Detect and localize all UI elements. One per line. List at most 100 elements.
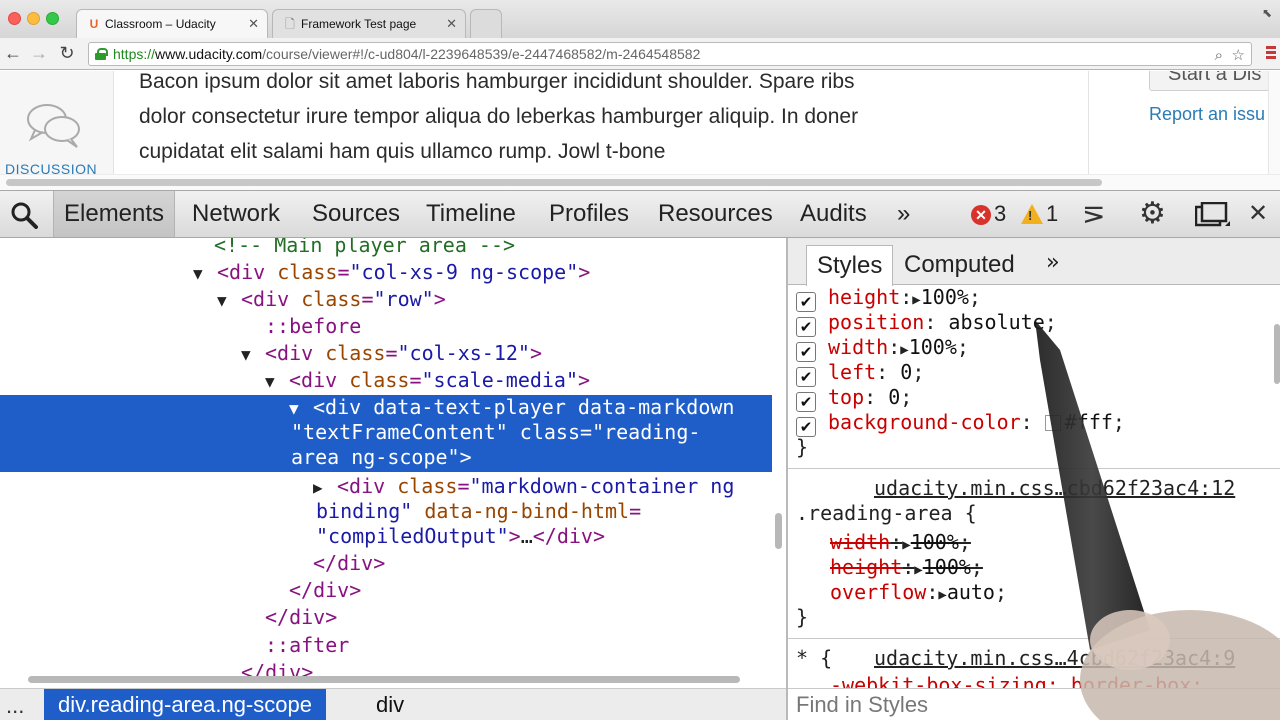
back-button[interactable]: ← xyxy=(2,42,24,64)
property-checkbox[interactable]: ✔ xyxy=(796,367,816,387)
search-icon[interactable] xyxy=(10,201,38,229)
find-in-styles-input[interactable]: Find in Styles xyxy=(788,688,1280,720)
expanded-triangle-icon[interactable]: ▼ xyxy=(289,396,305,421)
start-discussion-button[interactable]: Start a Dis xyxy=(1149,71,1280,91)
property-checkbox[interactable]: ✔ xyxy=(796,342,816,362)
style-property[interactable]: ✔ width:▶100%; xyxy=(796,335,969,362)
url-input[interactable]: https://www.udacity.com/course/viewer#!/… xyxy=(88,42,1252,66)
dock-icon[interactable] xyxy=(1195,202,1231,228)
color-swatch[interactable] xyxy=(1044,415,1061,431)
udacity-logo-icon: U xyxy=(89,17,99,31)
property-checkbox[interactable]: ✔ xyxy=(796,392,816,412)
elements-horizontal-scroll-thumb[interactable] xyxy=(28,676,740,683)
tab-label: Classroom – Udacity xyxy=(105,17,216,31)
tab-network[interactable]: Network xyxy=(192,191,280,237)
expand-triangle-icon[interactable]: ▶ xyxy=(902,537,910,553)
console-drawer-icon[interactable]: ⋝ xyxy=(1082,191,1105,237)
dom-node-line[interactable]: ▼ <div class="col-xs-9 ng-scope"> xyxy=(0,259,772,285)
expand-triangle-icon[interactable]: ▶ xyxy=(912,292,920,308)
close-window-button[interactable] xyxy=(8,12,21,25)
expand-triangle-icon[interactable]: ▶ xyxy=(900,342,908,358)
style-property-overridden[interactable]: width:▶100%; xyxy=(830,530,971,555)
dom-pseudo-line[interactable]: ::before xyxy=(0,313,772,339)
expanded-triangle-icon[interactable]: ▼ xyxy=(217,288,233,314)
page-vertical-scrollbar[interactable] xyxy=(1268,71,1280,190)
minimize-window-button[interactable] xyxy=(27,12,40,25)
window-restore-icon[interactable]: ⬉ xyxy=(1262,6,1272,20)
tab-timeline[interactable]: Timeline xyxy=(426,191,516,237)
breadcrumb-item-active[interactable]: div.reading-area.ng-scope xyxy=(44,689,326,720)
discussion-icon[interactable] xyxy=(25,101,83,149)
property-checkbox[interactable]: ✔ xyxy=(796,317,816,337)
tab-audits[interactable]: Audits xyxy=(800,191,867,237)
stylesheet-link[interactable]: udacity.min.css…4cbd62f23ac4:9 xyxy=(874,646,1235,670)
dom-node-line-cont[interactable]: binding" data-ng-bind-html= xyxy=(0,498,772,524)
breadcrumb-item[interactable]: div xyxy=(376,689,404,720)
tab-computed[interactable]: Computed xyxy=(904,245,1015,285)
dom-node-line-cont[interactable]: "compiledOutput">…</div> xyxy=(0,523,772,549)
expand-triangle-icon[interactable]: ▶ xyxy=(914,562,922,578)
styles-vertical-scroll-thumb[interactable] xyxy=(1274,324,1280,384)
expanded-triangle-icon[interactable]: ▼ xyxy=(265,369,281,395)
property-checkbox[interactable]: ✔ xyxy=(796,417,816,437)
style-property[interactable]: -webkit-box-sizing: border-box; xyxy=(830,673,1203,688)
close-tab-icon[interactable]: ✕ xyxy=(248,10,259,38)
close-devtools-icon[interactable]: ✕ xyxy=(1248,191,1268,237)
style-property[interactable]: ✔ position: absolute; xyxy=(796,310,1057,337)
expand-triangle-icon[interactable]: ▶ xyxy=(938,587,946,603)
dom-node-line[interactable]: ▼ <div class="col-xs-12"> xyxy=(0,340,772,366)
browser-tab-strip: U Classroom – Udacity ✕ 🗋 Framework Test… xyxy=(0,0,1280,38)
page-horizontal-scroll-thumb[interactable] xyxy=(6,179,1102,186)
forward-button[interactable]: → xyxy=(28,42,50,64)
reload-button[interactable]: ↻ xyxy=(56,42,78,64)
new-tab-button[interactable] xyxy=(470,9,502,38)
dom-close-tag[interactable]: </div> xyxy=(0,604,772,630)
gear-icon[interactable]: ⚙ xyxy=(1139,191,1166,237)
dom-close-tag[interactable]: </div> xyxy=(0,550,772,576)
style-property[interactable]: ✔ height:▶100%; xyxy=(796,285,981,312)
devtools-toolbar: Elements Network Sources Timeline Profil… xyxy=(0,190,1280,238)
dom-node-line[interactable]: ▶ <div class="markdown-container ng xyxy=(0,473,772,499)
expanded-triangle-icon[interactable]: ▼ xyxy=(193,261,209,287)
more-sidebar-tabs-button[interactable]: » xyxy=(1046,245,1059,281)
property-checkbox[interactable]: ✔ xyxy=(796,292,816,312)
dom-comment-line[interactable]: <!-- Main player area --> xyxy=(0,238,772,258)
chrome-menu-icon[interactable] xyxy=(1266,46,1276,60)
style-property[interactable]: overflow:▶auto; xyxy=(830,580,1007,605)
expanded-triangle-icon[interactable]: ▼ xyxy=(241,342,257,368)
tab-resources[interactable]: Resources xyxy=(658,191,773,237)
dom-close-tag[interactable]: </div> xyxy=(0,577,772,603)
style-property-overridden[interactable]: height:▶100%; xyxy=(830,555,983,580)
error-count[interactable]: 3 xyxy=(994,191,1006,237)
search-zoom-icon[interactable]: ⌕ xyxy=(1215,45,1223,65)
elements-vertical-scroll-thumb[interactable] xyxy=(775,513,782,549)
breadcrumb-ellipsis[interactable]: ... xyxy=(6,691,24,720)
tab-profiles[interactable]: Profiles xyxy=(549,191,629,237)
rule-close-brace: } xyxy=(796,435,809,459)
tab-classroom[interactable]: U Classroom – Udacity ✕ xyxy=(76,9,268,38)
style-property[interactable]: ✔ background-color: #fff; xyxy=(796,410,1125,437)
dom-node-line[interactable]: ▼ <div class="scale-media"> xyxy=(0,367,772,393)
styles-tab-strip: Styles Computed » xyxy=(788,238,1280,286)
warning-count[interactable]: 1 xyxy=(1046,191,1058,237)
error-icon[interactable]: ✕ xyxy=(971,205,991,225)
rule-selector[interactable]: .reading-area { xyxy=(796,501,977,525)
text-line: dolor consectetur irure tempor aliqua do… xyxy=(139,105,859,128)
tab-sources[interactable]: Sources xyxy=(312,191,400,237)
rule-selector[interactable]: * { xyxy=(796,646,832,670)
style-property[interactable]: ✔ top: 0; xyxy=(796,385,912,412)
style-property[interactable]: ✔ left: 0; xyxy=(796,360,924,387)
zoom-window-button[interactable] xyxy=(46,12,59,25)
more-tabs-button[interactable]: » xyxy=(897,191,910,237)
selected-dom-node[interactable]: ▼ <div data-text-player data-markdown "te… xyxy=(0,395,772,472)
dom-pseudo-line[interactable]: ::after xyxy=(0,632,772,658)
stylesheet-link[interactable]: udacity.min.css…cbd62f23ac4:12 xyxy=(874,476,1235,500)
tab-framework-test[interactable]: 🗋 Framework Test page ✕ xyxy=(272,9,466,38)
tab-styles[interactable]: Styles xyxy=(806,245,894,286)
bookmark-star-icon[interactable]: ☆ xyxy=(1232,45,1245,65)
report-issue-link[interactable]: Report an issu xyxy=(1149,104,1265,125)
lock-icon xyxy=(95,48,108,60)
close-tab-icon[interactable]: ✕ xyxy=(446,10,457,38)
dom-node-line[interactable]: ▼ <div class="row"> xyxy=(0,286,772,312)
tab-elements[interactable]: Elements xyxy=(53,191,176,237)
